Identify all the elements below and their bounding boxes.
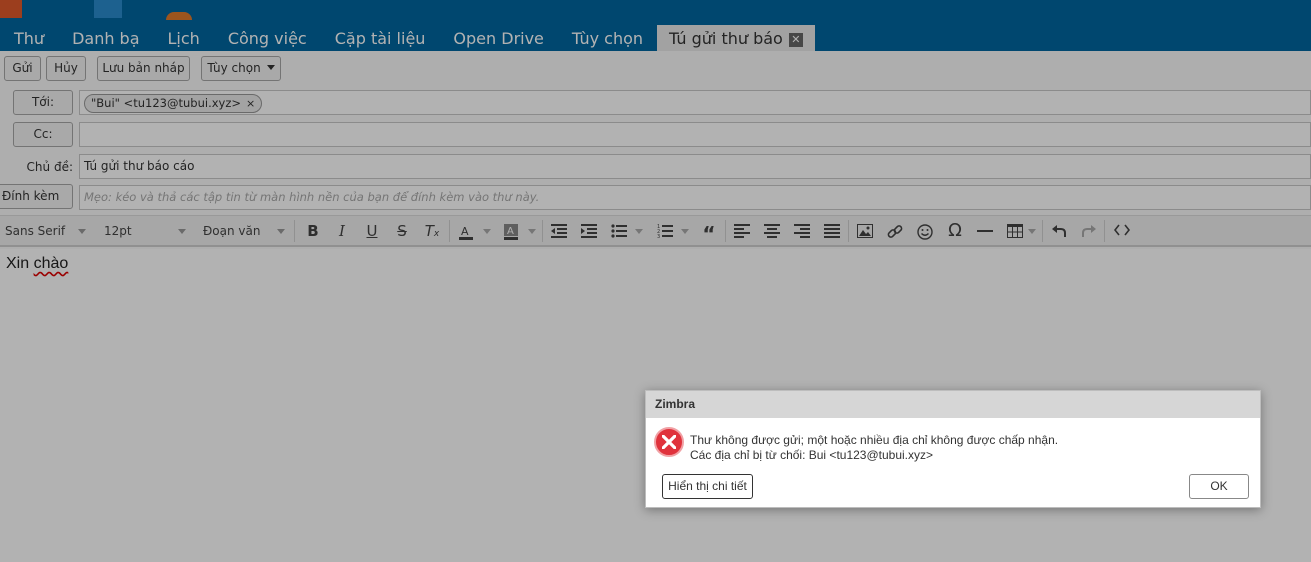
dialog-message-line: Các địa chỉ bị từ chối: Bui <tu123@tubui… (690, 448, 934, 462)
error-dialog: Zimbra Thư không được gửi; một hoặc nhiề… (645, 390, 1261, 508)
show-details-button[interactable]: Hiển thị chi tiết (662, 474, 753, 499)
error-icon (654, 427, 684, 457)
ok-button[interactable]: OK (1189, 474, 1249, 499)
dialog-message-line: Thư không được gửi; một hoặc nhiều địa c… (690, 433, 1059, 447)
dialog-message: Thư không được gửi; một hoặc nhiều địa c… (690, 433, 1058, 463)
dialog-title: Zimbra (646, 391, 1260, 418)
